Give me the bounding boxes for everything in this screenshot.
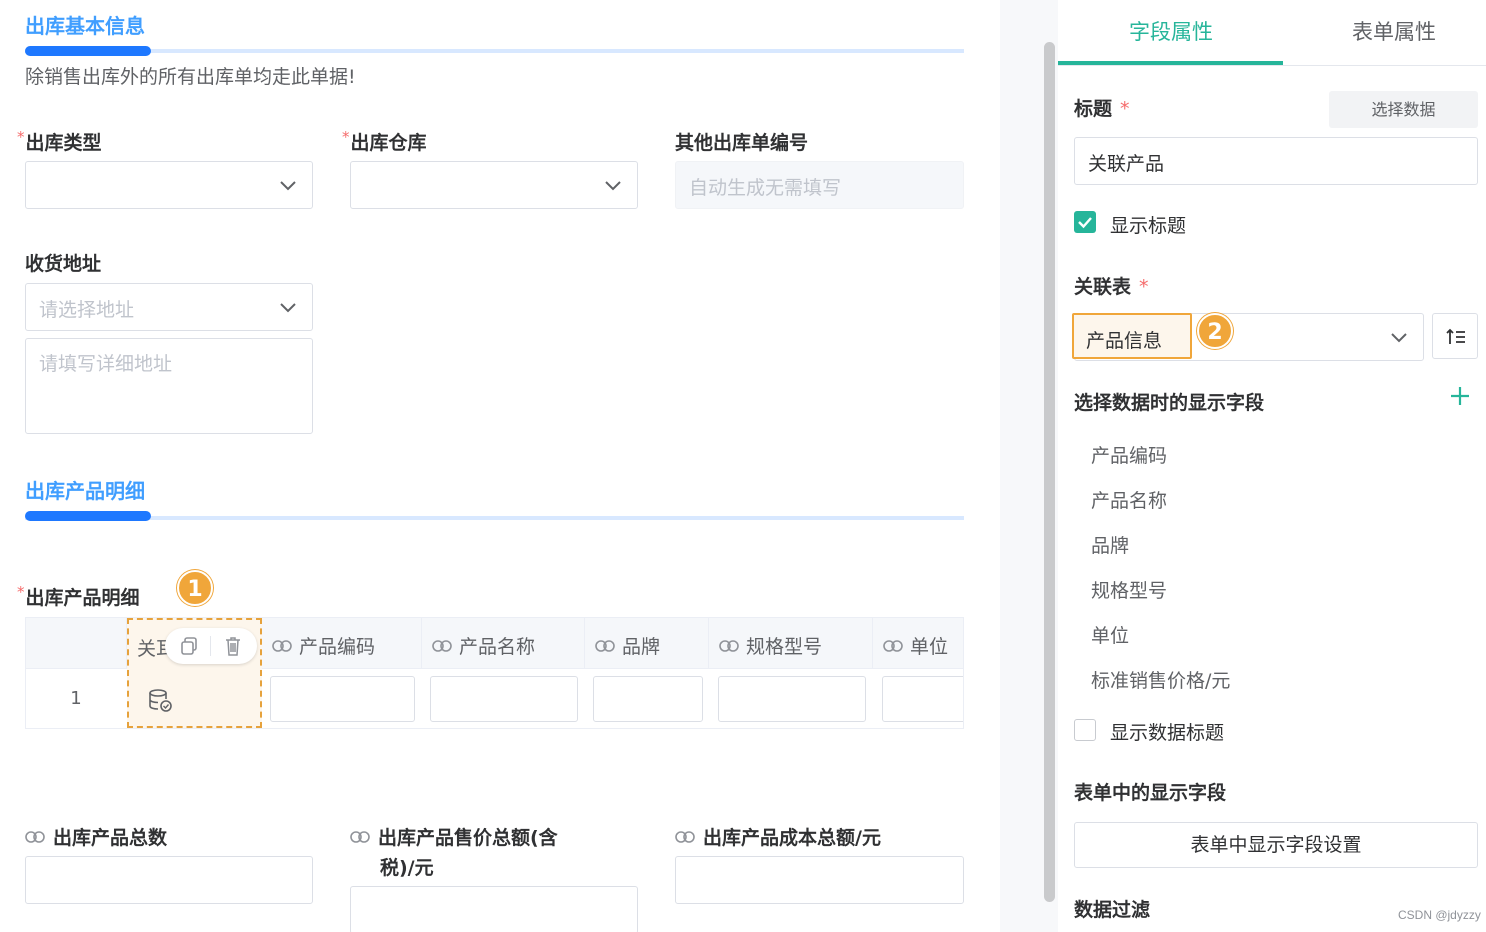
database-icon <box>149 689 172 712</box>
section-title-product-detail: 出库产品明细 <box>25 479 145 503</box>
active-tab-indicator <box>1058 61 1283 65</box>
address-detail-placeholder: 请填写详细地址 <box>39 353 173 375</box>
link-icon <box>595 639 615 652</box>
total-cost-input[interactable] <box>675 856 964 904</box>
other-no-placeholder: 自动生成无需填写 <box>689 177 842 199</box>
required-mark: * <box>1120 98 1130 120</box>
panel-tabs: 字段属性 表单属性 <box>1058 0 1486 66</box>
tab-form-properties[interactable]: 表单属性 <box>1352 16 1436 46</box>
required-mark: * <box>342 128 350 146</box>
address-select[interactable]: 请选择地址 <box>25 283 313 331</box>
required-mark: * <box>17 128 25 146</box>
select-data-button[interactable]: 选择数据 <box>1329 91 1478 128</box>
show-data-title-label: 显示数据标题 <box>1110 722 1225 744</box>
selected-related-product-column[interactable]: 关耳 <box>127 618 262 728</box>
link-icon <box>719 639 739 652</box>
show-title-checkbox[interactable] <box>1074 211 1096 233</box>
display-field-item[interactable]: 标准销售价格/元 <box>1091 666 1230 693</box>
table-cell-brand[interactable] <box>593 676 703 722</box>
address-label: 收货地址 <box>25 253 102 275</box>
form-canvas: 出库基本信息 除销售出库外的所有出库单均走此单据! *出库类型 *出库仓库 其他… <box>0 0 1000 932</box>
table-row-index: 1 <box>70 688 82 709</box>
other-no-label: 其他出库单编号 <box>675 132 809 154</box>
sort-button[interactable] <box>1432 313 1478 359</box>
display-field-item[interactable]: 单位 <box>1091 621 1129 648</box>
table-header-unit[interactable]: 单位 <box>873 618 963 669</box>
display-fields-label: 选择数据时的显示字段 <box>1074 392 1265 414</box>
table-cell-unit[interactable] <box>882 676 963 722</box>
form-display-fields-label: 表单中的显示字段 <box>1074 782 1227 804</box>
section-title-basic-info: 出库基本信息 <box>25 14 145 38</box>
step-badge-2: 2 <box>1197 313 1233 349</box>
total-price-input[interactable] <box>350 886 638 932</box>
properties-panel: 字段属性 表单属性 标题 * 选择数据 关联产品 显示标题 关联表 * 产品信息 2… <box>1058 0 1486 932</box>
show-data-title-checkbox[interactable] <box>1074 719 1096 741</box>
add-field-icon[interactable] <box>1448 384 1472 408</box>
title-input-value: 关联产品 <box>1088 153 1165 175</box>
product-detail-table: 产品编码 产品名称 品牌 规格型号 单位 1 关耳 <box>25 617 964 729</box>
tab-field-properties[interactable]: 字段属性 <box>1129 16 1213 46</box>
total-price-label: 出库产品售价总额(含 税)/元 <box>350 823 610 883</box>
step-badge-1: 1 <box>177 570 213 606</box>
link-icon <box>675 830 695 843</box>
link-icon <box>432 639 452 652</box>
toolbar-divider <box>210 636 211 656</box>
title-label: 标题 * <box>1074 98 1130 120</box>
display-field-item[interactable]: 规格型号 <box>1091 576 1167 603</box>
warehouse-label: *出库仓库 <box>342 128 427 154</box>
chevron-down-icon <box>1391 333 1407 343</box>
link-icon <box>883 639 903 652</box>
check-icon <box>1078 217 1092 229</box>
related-table-value-highlight: 产品信息 <box>1072 313 1192 359</box>
show-title-label: 显示标题 <box>1110 215 1187 237</box>
total-qty-input[interactable] <box>25 856 313 904</box>
table-cell-product-name[interactable] <box>430 676 578 722</box>
section-accent-bar <box>25 46 151 56</box>
address-select-placeholder: 请选择地址 <box>39 299 135 321</box>
table-header-index <box>26 618 127 669</box>
section-divider <box>25 516 964 520</box>
sort-icon <box>1446 328 1465 344</box>
chevron-down-icon <box>280 303 296 313</box>
address-detail-textarea[interactable]: 请填写详细地址 <box>25 338 313 434</box>
table-header-product-name[interactable]: 产品名称 <box>422 618 585 669</box>
other-no-input: 自动生成无需填写 <box>675 161 964 209</box>
total-qty-label: 出库产品总数 <box>25 823 167 850</box>
display-field-item[interactable]: 产品编码 <box>1091 441 1167 468</box>
vertical-scrollbar[interactable] <box>1044 42 1055 902</box>
out-type-label: *出库类型 <box>17 128 102 154</box>
link-icon <box>25 830 45 843</box>
data-filter-label: 数据过滤 <box>1074 899 1151 921</box>
required-mark: * <box>17 583 25 601</box>
related-table-value: 产品信息 <box>1086 330 1163 352</box>
chevron-down-icon <box>280 181 296 191</box>
link-icon <box>272 639 292 652</box>
out-type-select[interactable] <box>25 161 313 209</box>
watermark: CSDN @jdyzzy <box>1398 908 1481 922</box>
link-icon <box>350 830 370 843</box>
required-mark: * <box>1139 276 1149 298</box>
table-header-brand[interactable]: 品牌 <box>585 618 709 669</box>
copy-icon[interactable] <box>179 636 199 656</box>
title-input[interactable]: 关联产品 <box>1074 137 1478 185</box>
display-field-item[interactable]: 品牌 <box>1091 531 1129 558</box>
form-display-fields-button[interactable]: 表单中显示字段设置 <box>1074 822 1478 868</box>
product-detail-label: *出库产品明细 <box>17 583 140 609</box>
table-cell-spec[interactable] <box>718 676 866 722</box>
section-divider <box>25 49 964 53</box>
display-field-item[interactable]: 产品名称 <box>1091 486 1167 513</box>
warehouse-select[interactable] <box>350 161 638 209</box>
column-toolbar <box>165 628 257 664</box>
total-cost-label: 出库产品成本总额/元 <box>675 823 881 850</box>
table-cell-product-code[interactable] <box>270 676 415 722</box>
chevron-down-icon <box>605 181 621 191</box>
table-header-spec[interactable]: 规格型号 <box>709 618 873 669</box>
related-table-label: 关联表 * <box>1074 276 1149 298</box>
form-hint-text: 除销售出库外的所有出库单均走此单据! <box>25 66 356 88</box>
table-header-product-code[interactable]: 产品编码 <box>262 618 422 669</box>
trash-icon[interactable] <box>223 635 243 657</box>
section-accent-bar <box>25 511 151 521</box>
